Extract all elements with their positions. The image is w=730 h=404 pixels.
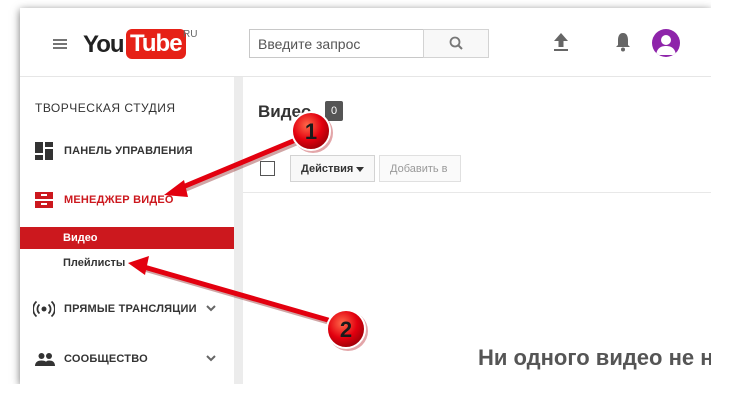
sidebar-item-video-manager[interactable]: МЕНЕДЖЕР ВИДЕО xyxy=(20,185,234,215)
add-to-button[interactable]: Добавить в xyxy=(379,155,461,182)
video-count-badge: 0 xyxy=(325,101,343,121)
live-broadcast-icon xyxy=(33,300,55,318)
logo-tube: Tube xyxy=(126,29,186,59)
page-title: Видео xyxy=(258,102,312,121)
caret-down-icon xyxy=(356,167,364,172)
sidebar-item-label: МЕНЕДЖЕР ВИДЕО xyxy=(64,194,174,206)
menu-icon[interactable] xyxy=(53,39,67,49)
actions-label: Действия xyxy=(301,163,354,175)
sidebar-item-community[interactable]: СООБЩЕСТВО xyxy=(20,344,234,374)
chevron-down-icon[interactable] xyxy=(205,352,217,364)
chevron-down-icon[interactable] xyxy=(205,302,217,314)
sidebar-item-label: ПРЯМЫЕ ТРАНСЛЯЦИИ xyxy=(64,303,197,315)
sidebar-item-live[interactable]: ПРЯМЫЕ ТРАНСЛЯЦИИ xyxy=(20,294,234,324)
sidebar-subitem-videos[interactable]: Видео xyxy=(20,227,234,249)
user-icon xyxy=(656,35,676,55)
empty-state-message: Ни одного видео не н xyxy=(478,345,714,370)
avatar[interactable] xyxy=(652,29,680,57)
search-input[interactable] xyxy=(256,30,420,58)
upload-icon[interactable] xyxy=(553,32,569,52)
sidebar-item-label: ПАНЕЛЬ УПРАВЛЕНИЯ xyxy=(64,145,193,157)
add-to-label: Добавить в xyxy=(390,163,448,175)
window-edge-mask xyxy=(711,0,730,404)
top-bar: You Tube RU xyxy=(20,8,711,77)
actions-dropdown-button[interactable]: Действия xyxy=(290,155,375,182)
dashboard-icon xyxy=(35,142,53,160)
sidebar-subitem-label: Видео xyxy=(63,232,98,244)
search-icon xyxy=(449,36,463,50)
search-button[interactable] xyxy=(423,29,489,58)
sidebar-separator xyxy=(234,77,243,384)
logo-region: RU xyxy=(183,29,198,40)
community-icon xyxy=(35,353,55,366)
logo-you: You xyxy=(83,31,125,58)
studio-title: ТВОРЧЕСКАЯ СТУДИЯ xyxy=(35,101,176,115)
search-box xyxy=(249,29,424,58)
notifications-bell-icon[interactable] xyxy=(614,31,632,53)
select-all-checkbox[interactable] xyxy=(260,161,275,176)
sidebar-subitem-playlists[interactable]: Плейлисты xyxy=(20,252,234,274)
window-bottom-mask xyxy=(0,384,730,404)
toolbar-divider xyxy=(243,192,711,193)
sidebar-subitem-label: Плейлисты xyxy=(63,257,126,269)
sidebar-item-label: СООБЩЕСТВО xyxy=(64,353,148,365)
sidebar-item-dashboard[interactable]: ПАНЕЛЬ УПРАВЛЕНИЯ xyxy=(20,136,234,166)
video-manager-icon xyxy=(35,192,53,208)
